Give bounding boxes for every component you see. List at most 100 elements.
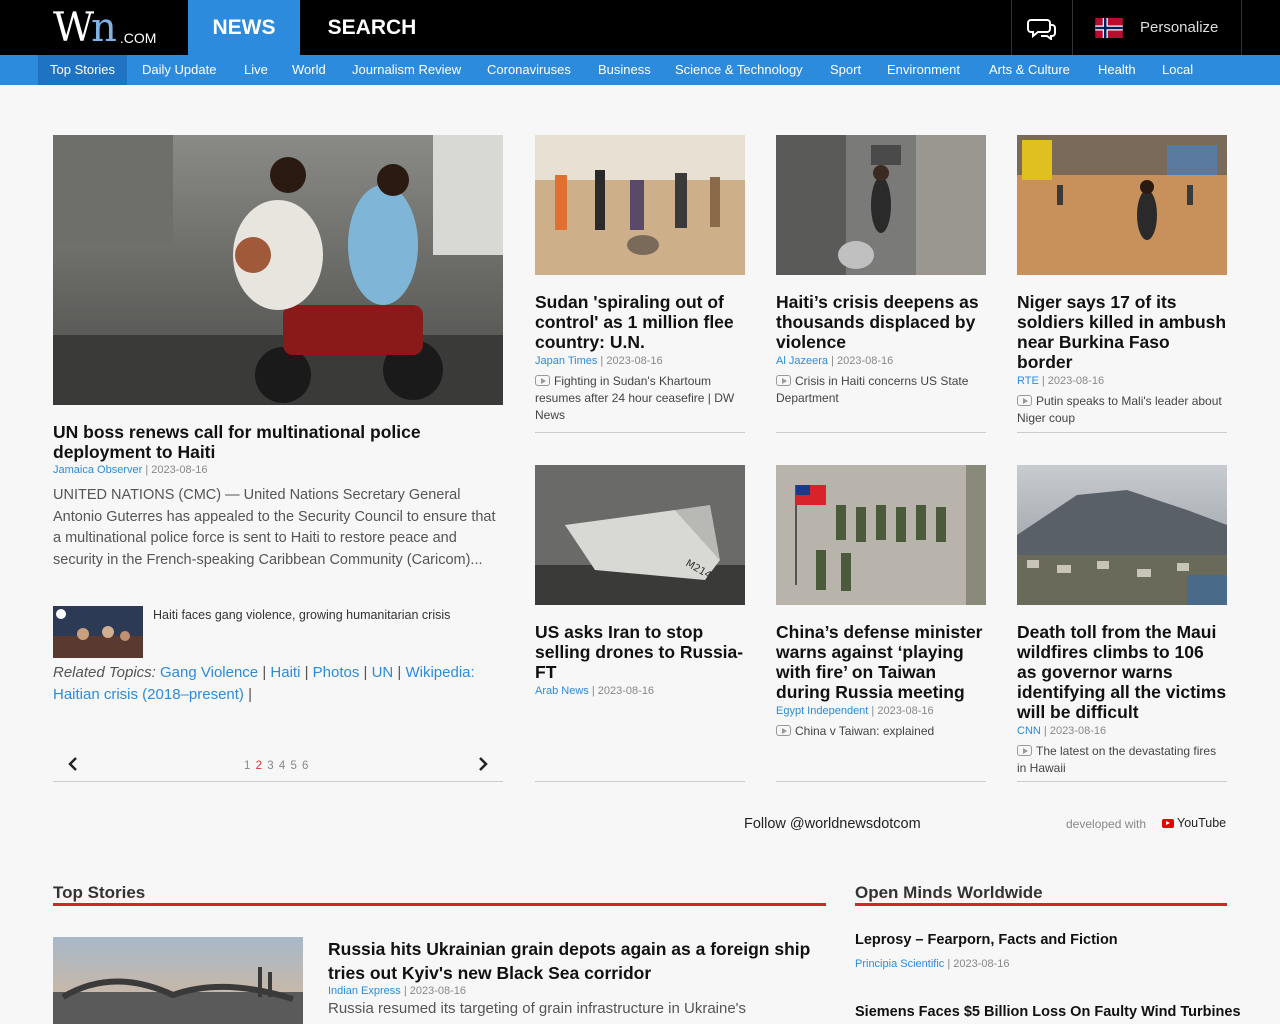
feature-image[interactable] — [53, 135, 503, 405]
meta-separator: | — [588, 685, 598, 697]
meta-separator: | — [597, 355, 607, 367]
story-headline[interactable]: Sudan 'spiraling out of control' as 1 mi… — [535, 292, 745, 352]
subnav-environment[interactable]: Environment — [875, 55, 972, 85]
subnav-live[interactable]: Live — [232, 55, 280, 85]
pager-page[interactable]: 6 — [302, 760, 308, 772]
subnav-world[interactable]: World — [280, 55, 338, 85]
open-minds-headline[interactable]: Siemens Faces $5 Billion Loss On Faulty … — [855, 1004, 1241, 1020]
story-image[interactable]: M214 — [535, 465, 745, 605]
video-play-icon — [535, 375, 550, 386]
card-divider — [776, 432, 986, 433]
story-source[interactable]: Arab News — [535, 685, 589, 697]
subnav-arts-culture[interactable]: Arts & Culture — [977, 55, 1082, 85]
pager-page[interactable]: 5 — [290, 760, 296, 772]
norway-flag-icon — [1095, 17, 1123, 38]
meta-separator: | — [400, 985, 410, 997]
card-divider — [535, 432, 745, 433]
story-image[interactable] — [1017, 465, 1227, 605]
subnav-journalism-review[interactable]: Journalism Review — [340, 55, 473, 85]
subnav-science-technology[interactable]: Science & Technology — [663, 55, 815, 85]
subnav-top-stories[interactable]: Top Stories — [38, 55, 128, 85]
logo-domain: .COM — [119, 30, 157, 46]
feature-video-link[interactable]: Haiti faces gang violence, growing human… — [53, 606, 503, 658]
nav-search-tab[interactable]: SEARCH — [300, 0, 444, 55]
feature-headline[interactable]: UN boss renews call for multinational po… — [53, 422, 493, 462]
story-video-link[interactable]: The latest on the devastating fires in H… — [1017, 743, 1227, 777]
story-source[interactable]: CNN — [1017, 725, 1041, 737]
video-play-icon — [776, 725, 791, 736]
story-date: 2023-08-16 — [1047, 375, 1105, 387]
story-headline[interactable]: Death toll from the Maui wildfires climb… — [1017, 622, 1227, 722]
story-image[interactable] — [776, 135, 986, 275]
video-play-icon — [1017, 745, 1032, 756]
top-story-headline[interactable]: Russia hits Ukrainian grain depots again… — [328, 937, 828, 985]
personalize-button[interactable]: Personalize — [1073, 0, 1242, 55]
related-topic-link[interactable]: Haiti — [270, 664, 300, 681]
nav-news-tab[interactable]: NEWS — [188, 0, 300, 55]
story-source[interactable]: RTE — [1017, 375, 1039, 387]
subnav-coronaviruses[interactable]: Coronaviruses — [475, 55, 583, 85]
developed-with-label: developed with — [1066, 817, 1147, 831]
card-divider — [1017, 432, 1227, 433]
story-video-link[interactable]: Fighting in Sudan's Khartoum resumes aft… — [535, 373, 745, 424]
story-card: Sudan 'spiraling out of control' as 1 mi… — [535, 135, 745, 424]
story-video-link[interactable]: Crisis in Haiti concerns US State Depart… — [776, 373, 986, 407]
story-meta: Egypt Independent | 2023-08-16 — [776, 705, 986, 717]
subnav-local[interactable]: Local — [1150, 55, 1205, 85]
related-topic-link[interactable]: Photos — [313, 664, 360, 681]
story-headline[interactable]: US asks Iran to stop selling drones to R… — [535, 622, 745, 682]
story-image[interactable] — [535, 135, 745, 275]
story-card: Niger says 17 of its soldiers killed in … — [1017, 135, 1227, 427]
pager-page[interactable]: 3 — [267, 760, 273, 772]
story-video-link[interactable]: Putin speaks to Mali's leader about Nige… — [1017, 393, 1227, 427]
story-card: Haiti’s crisis deepens as thousands disp… — [776, 135, 986, 407]
feature-summary: UNITED NATIONS (CMC) — United Nations Se… — [53, 487, 496, 568]
subnav-business[interactable]: Business — [586, 55, 663, 85]
youtube-label: YouTube — [1177, 816, 1227, 830]
story-video-link[interactable]: China v Taiwan: explained — [776, 723, 986, 740]
top-story-image[interactable] — [53, 937, 303, 1024]
youtube-link[interactable]: YouTube — [1162, 816, 1226, 830]
pager-page[interactable]: 1 — [244, 760, 250, 772]
top-story-meta: Indian Express | 2023-08-16 — [328, 985, 466, 997]
open-minds-headline[interactable]: Leprosy – Fearporn, Facts and Fiction — [855, 932, 1118, 948]
pager-prev-button[interactable] — [67, 756, 79, 776]
meta-separator: | — [868, 705, 878, 717]
story-meta: RTE | 2023-08-16 — [1017, 375, 1227, 387]
open-minds-source[interactable]: Principia Scientific — [855, 958, 944, 970]
story-headline[interactable]: Haiti’s crisis deepens as thousands disp… — [776, 292, 986, 352]
feature-date: 2023-08-16 — [151, 464, 208, 476]
logo-mark: Wn — [53, 5, 117, 51]
related-topic-link[interactable]: Gang Violence — [160, 664, 258, 681]
pager-page[interactable]: 4 — [279, 760, 285, 772]
top-story-source[interactable]: Indian Express — [328, 985, 401, 997]
follow-link[interactable]: Follow @worldnewsdotcom — [744, 816, 921, 832]
chat-button[interactable] — [1011, 0, 1073, 55]
related-topic-link[interactable]: UN — [372, 664, 394, 681]
story-headline[interactable]: Niger says 17 of its soldiers killed in … — [1017, 292, 1227, 372]
story-image[interactable] — [776, 465, 986, 605]
story-image[interactable] — [1017, 135, 1227, 275]
subnav-daily-update[interactable]: Daily Update — [130, 55, 228, 85]
story-date: 2023-08-16 — [877, 705, 934, 717]
subnav-health[interactable]: Health — [1086, 55, 1148, 85]
site-logo[interactable]: Wn .COM — [53, 8, 156, 48]
top-story-date: 2023-08-16 — [409, 985, 467, 997]
pager-next-button[interactable] — [477, 756, 489, 776]
pager-page-current[interactable]: 2 — [256, 760, 262, 772]
meta-separator: | — [827, 355, 837, 367]
video-thumbnail — [53, 606, 143, 658]
story-source[interactable]: Japan Times — [535, 355, 597, 367]
section-rule — [855, 903, 1227, 906]
feature-source[interactable]: Jamaica Observer — [53, 464, 142, 476]
feature-video-label: Haiti faces gang violence, growing human… — [153, 608, 451, 622]
top-bar: Wn .COM NEWS SEARCH Personalize — [0, 0, 1280, 55]
story-source[interactable]: Al Jazeera — [776, 355, 828, 367]
story-source[interactable]: Egypt Independent — [776, 705, 868, 717]
subnav-sport[interactable]: Sport — [818, 55, 873, 85]
story-headline[interactable]: China’s defense minister warns against ‘… — [776, 622, 986, 702]
video-play-icon — [776, 375, 791, 386]
feature-pager: 1 2 3 4 5 6 — [53, 750, 503, 782]
story-meta: Japan Times | 2023-08-16 — [535, 355, 745, 367]
story-video-label: China v Taiwan: explained — [795, 724, 935, 738]
